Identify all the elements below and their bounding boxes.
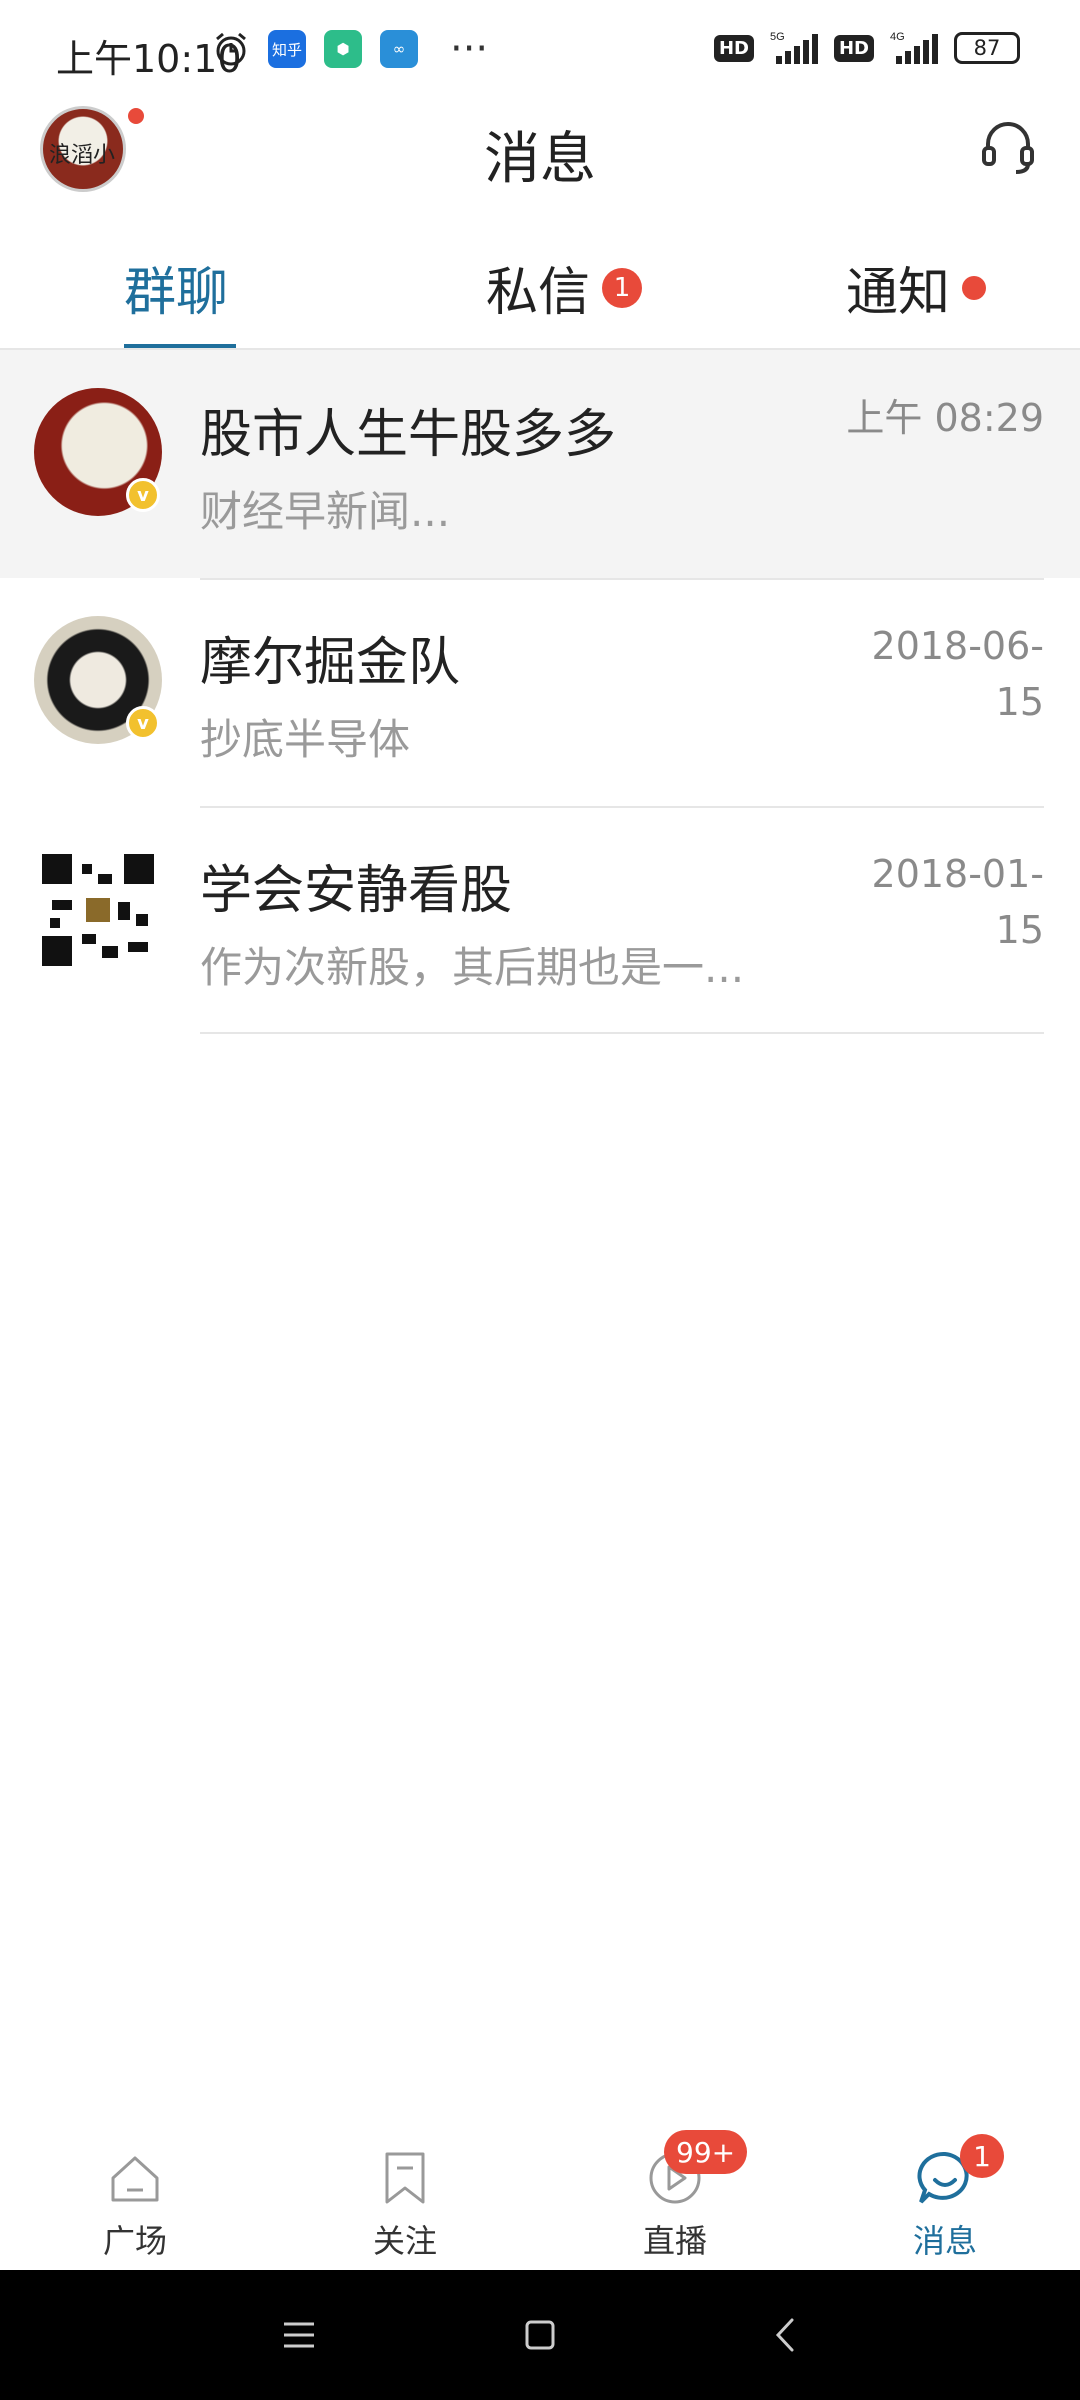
- hd-icon: HD: [713, 34, 754, 62]
- conversation-time: 上午 08:29: [846, 396, 1044, 440]
- nav-live[interactable]: 直播 99+: [540, 2120, 810, 2270]
- conversation-list: v 股市人生牛股多多 财经早新闻... 上午 08:29 v 摩尔掘金队 抄底半…: [0, 350, 1080, 1034]
- bookmark-icon: [385, 2152, 425, 2204]
- tab-notifications[interactable]: 通知: [846, 250, 987, 325]
- conversation-preview: 作为次新股，其后期也是一...: [200, 943, 745, 992]
- active-tab-indicator: [124, 344, 236, 348]
- bottom-navigation: 广场 关注 直播 99+ 消息 1: [0, 2120, 1080, 2270]
- status-system-icons: HD 5G HD 4G 87: [713, 30, 1020, 66]
- tab-label: 通知: [846, 263, 951, 323]
- nav-label: 消息: [912, 2222, 977, 2260]
- signal-4g-icon: 4G: [890, 31, 938, 64]
- tab-group-chat[interactable]: 群聊: [124, 250, 228, 325]
- conversation-time: 2018-01-15: [871, 852, 1044, 952]
- status-bar: 上午10:10 知乎 ⬢ ∞ ··· HD 5G HD 4G 87: [0, 0, 1080, 100]
- message-count-badge: 1: [960, 2134, 1004, 2178]
- alarm-icon: [216, 32, 246, 66]
- divider: [200, 578, 1044, 580]
- conversation-preview: 抄底半导体: [200, 715, 411, 764]
- menu-icon[interactable]: [274, 2310, 324, 2360]
- nav-label: 广场: [102, 2222, 167, 2260]
- unread-badge: 1: [602, 267, 643, 308]
- message-tabs: 群聊 私信 1 通知: [0, 240, 1080, 350]
- hd-icon-2: HD: [833, 34, 874, 62]
- status-notification-icons: 知乎 ⬢ ∞ ···: [212, 26, 489, 72]
- svg-text:4G: 4G: [890, 31, 905, 43]
- system-navigation-bar: [0, 2270, 1080, 2400]
- conversation-time: 2018-06-15: [871, 624, 1044, 724]
- conversation-item[interactable]: 学会安静看股 作为次新股，其后期也是一... 2018-01-15: [0, 806, 1080, 1034]
- verified-badge-icon: v: [126, 478, 160, 512]
- live-count-badge: 99+: [664, 2130, 748, 2174]
- nav-label: 关注: [372, 2222, 437, 2260]
- qr-code-avatar: [42, 854, 154, 966]
- notification-dot: [962, 275, 987, 300]
- link-app-icon: ∞: [380, 30, 418, 68]
- page-title: 消息: [484, 127, 596, 192]
- header: 浪滔小 消息: [0, 100, 1080, 240]
- signal-5g-icon: 5G: [770, 31, 818, 64]
- battery-indicator: 87: [954, 32, 1020, 64]
- verified-badge-icon: v: [126, 706, 160, 740]
- tab-label: 群聊: [124, 263, 229, 323]
- conversation-name: 股市人生牛股多多: [200, 405, 617, 465]
- nav-messages[interactable]: 消息 1: [810, 2120, 1080, 2270]
- nav-follow[interactable]: 关注: [270, 2120, 540, 2270]
- home-icon: [111, 2156, 159, 2202]
- conversation-preview: 财经早新闻...: [200, 487, 451, 536]
- divider: [200, 1032, 1044, 1034]
- home-square-icon[interactable]: [515, 2310, 565, 2360]
- conversation-name: 学会安静看股: [200, 861, 513, 921]
- conversation-item[interactable]: v 股市人生牛股多多 财经早新闻... 上午 08:29: [0, 350, 1080, 578]
- nav-plaza[interactable]: 广场: [0, 2120, 270, 2270]
- nav-label: 直播: [642, 2222, 707, 2260]
- back-icon[interactable]: [762, 2310, 812, 2360]
- more-notifications-icon: ···: [450, 26, 489, 72]
- headset-icon[interactable]: [976, 114, 1040, 178]
- conversation-item[interactable]: v 摩尔掘金队 抄底半导体 2018-06-15: [0, 578, 1080, 806]
- tab-private-message[interactable]: 私信 1: [486, 250, 643, 325]
- tab-label: 私信: [486, 263, 591, 323]
- conversation-name: 摩尔掘金队: [200, 633, 461, 693]
- zhihu-app-icon: 知乎: [268, 30, 306, 68]
- svg-text:5G: 5G: [770, 31, 785, 43]
- divider: [200, 806, 1044, 808]
- shield-app-icon: ⬢: [324, 30, 362, 68]
